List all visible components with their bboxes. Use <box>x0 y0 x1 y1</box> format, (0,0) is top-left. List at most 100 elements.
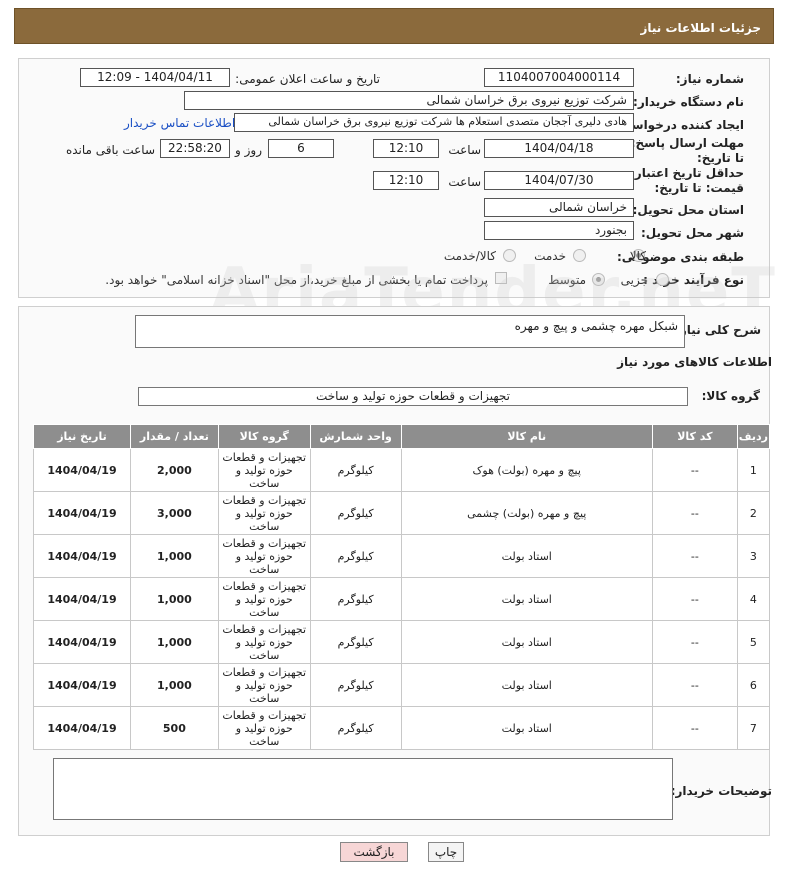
cell-qty: 3,000 <box>129 491 219 535</box>
cell-group: تجهیزات و قطعات حوزه تولید و ساخت <box>217 663 311 707</box>
cell-name: پیچ و مهره (بولت) هوک <box>400 448 653 492</box>
province-label: استان محل تحویل: <box>632 203 744 217</box>
process-minor-label: جزیی <box>620 273 648 287</box>
announce-field[interactable]: 1404/04/11 - 12:09 <box>80 68 230 87</box>
cell-group: تجهیزات و قطعات حوزه تولید و ساخت <box>217 620 311 664</box>
cell-unit: کیلوگرم <box>309 706 402 750</box>
category-both-radio[interactable] <box>503 249 516 262</box>
cell-unit: کیلوگرم <box>309 620 402 664</box>
process-medium-radio[interactable] <box>592 273 605 286</box>
page-header: جزئیات اطلاعات نیاز <box>14 8 774 44</box>
cell-group: تجهیزات و قطعات حوزه تولید و ساخت <box>217 534 311 578</box>
page-title: جزئیات اطلاعات نیاز <box>640 21 761 35</box>
need-number-label: شماره نیاز: <box>675 72 744 86</box>
contact-buyer-link[interactable]: اطلاعات تماس خریدار <box>124 116 235 130</box>
treasury-payment-checkbox[interactable] <box>495 272 507 284</box>
cell-qty: 2,000 <box>129 448 219 492</box>
cell-name: استاد بولت <box>400 706 653 750</box>
process-medium-label: متوسط <box>548 273 586 287</box>
process-minor-radio[interactable] <box>656 273 669 286</box>
header-date: تاریخ نیاز <box>33 424 131 449</box>
category-service-label: خدمت <box>534 249 566 263</box>
reply-deadline-label: مهلت ارسال پاسخ: تا تاریخ: <box>630 136 744 165</box>
treasury-payment-note: پرداخت تمام یا بخشی از مبلغ خرید،از محل … <box>105 273 488 287</box>
buyer-org-label: نام دستگاه خریدار: <box>633 95 744 109</box>
remaining-label: ساعت باقی مانده <box>65 143 155 157</box>
table-row: 6 -- استاد بولت کیلوگرم تجهیزات و قطعات حوزه… <box>33 663 771 707</box>
summary-label: شرح کلی نیاز: <box>675 323 761 337</box>
goods-group-field[interactable]: تجهیزات و قطعات حوزه تولید و ساخت <box>138 387 688 406</box>
reply-time-field[interactable]: 12:10 <box>373 139 439 158</box>
cell-unit: کیلوگرم <box>309 663 402 707</box>
buyer-org-field[interactable]: شرکت توزیع نیروی برق خراسان شمالی <box>184 91 634 110</box>
buyer-notes-label: توضیحات خریدار: <box>670 784 772 798</box>
cell-group: تجهیزات و قطعات حوزه تولید و ساخت <box>217 577 311 621</box>
table-row: 1 -- پیچ و مهره (بولت) هوک کیلوگرم تجهیزات و… <box>33 448 771 492</box>
goods-table: ردیف کد کالا نام کالا واحد شمارش گروه کا… <box>33 424 771 750</box>
table-row: 3 -- استاد بولت کیلوگرم تجهیزات و قطعات حوزه… <box>33 534 771 578</box>
cell-row-number: 7 <box>736 706 771 750</box>
print-button[interactable]: چاپ <box>428 842 464 862</box>
cell-qty: 1,000 <box>129 577 219 621</box>
header-group: گروه کالا <box>217 424 311 449</box>
price-time-label: ساعت <box>448 175 481 189</box>
cell-date: 1404/04/19 <box>33 663 131 707</box>
cell-qty: 500 <box>129 706 219 750</box>
cell-row-number: 1 <box>736 448 771 492</box>
city-label: شهر محل تحویل: <box>640 226 744 240</box>
city-field[interactable]: بجنورد <box>484 221 634 240</box>
table-row: 2 -- پیچ و مهره (بولت) چشمی کیلوگرم تجهیزات … <box>33 491 771 535</box>
cell-group: تجهیزات و قطعات حوزه تولید و ساخت <box>217 491 311 535</box>
category-both-label: کالا/خدمت <box>443 249 496 263</box>
cell-code: -- <box>651 491 738 535</box>
announce-label: تاریخ و ساعت اعلان عمومی: <box>235 72 380 86</box>
cell-row-number: 6 <box>736 663 771 707</box>
cell-code: -- <box>651 534 738 578</box>
cell-qty: 1,000 <box>129 534 219 578</box>
cell-code: -- <box>651 577 738 621</box>
price-time-field[interactable]: 12:10 <box>373 171 439 190</box>
requester-field[interactable]: هادی دلیری آججان متصدی استعلام ها شرکت ت… <box>234 113 634 132</box>
cell-qty: 1,000 <box>129 620 219 664</box>
cell-row-number: 2 <box>736 491 771 535</box>
cell-code: -- <box>651 620 738 664</box>
category-service-radio[interactable] <box>573 249 586 262</box>
cell-code: -- <box>651 706 738 750</box>
cell-date: 1404/04/19 <box>33 491 131 535</box>
cell-name: استاد بولت <box>400 663 653 707</box>
cell-code: -- <box>651 448 738 492</box>
cell-name: استاد بولت <box>400 534 653 578</box>
cell-unit: کیلوگرم <box>309 577 402 621</box>
remaining-time-field[interactable]: 22:58:20 <box>160 139 230 158</box>
need-number-field[interactable]: 1104007004000114 <box>484 68 634 87</box>
table-header-row: ردیف کد کالا نام کالا واحد شمارش گروه کا… <box>33 424 771 449</box>
header-unit: واحد شمارش <box>309 424 402 449</box>
cell-name: پیچ و مهره (بولت) چشمی <box>400 491 653 535</box>
summary-textarea[interactable]: شبکل مهره چشمی و پیچ و مهره <box>135 315 685 348</box>
cell-row-number: 3 <box>736 534 771 578</box>
days-field[interactable]: 6 <box>268 139 334 158</box>
goods-info-title: اطلاعات کالاهای مورد نیاز <box>617 355 772 369</box>
summary-text: شبکل مهره چشمی و پیچ و مهره <box>514 319 678 333</box>
table-row: 5 -- استاد بولت کیلوگرم تجهیزات و قطعات حوزه… <box>33 620 771 664</box>
cell-group: تجهیزات و قطعات حوزه تولید و ساخت <box>217 448 311 492</box>
buyer-notes-textarea[interactable] <box>53 758 673 820</box>
cell-name: استاد بولت <box>400 577 653 621</box>
cell-row-number: 4 <box>736 577 771 621</box>
header-name: نام کالا <box>400 424 653 449</box>
cell-date: 1404/04/19 <box>33 448 131 492</box>
reply-time-label: ساعت <box>448 143 481 157</box>
province-field[interactable]: خراسان شمالی <box>484 198 634 217</box>
cell-date: 1404/04/19 <box>33 620 131 664</box>
cell-name: استاد بولت <box>400 620 653 664</box>
table-row: 7 -- استاد بولت کیلوگرم تجهیزات و قطعات حوزه… <box>33 706 771 750</box>
reply-date-field[interactable]: 1404/04/18 <box>484 139 634 158</box>
back-button[interactable]: بازگشت <box>340 842 408 862</box>
cell-unit: کیلوگرم <box>309 448 402 492</box>
goods-group-label: گروه کالا: <box>701 389 760 403</box>
cell-row-number: 5 <box>736 620 771 664</box>
cell-code: -- <box>651 663 738 707</box>
header-row-number: ردیف <box>736 424 771 449</box>
price-date-field[interactable]: 1404/07/30 <box>484 171 634 190</box>
header-code: کد کالا <box>651 424 738 449</box>
